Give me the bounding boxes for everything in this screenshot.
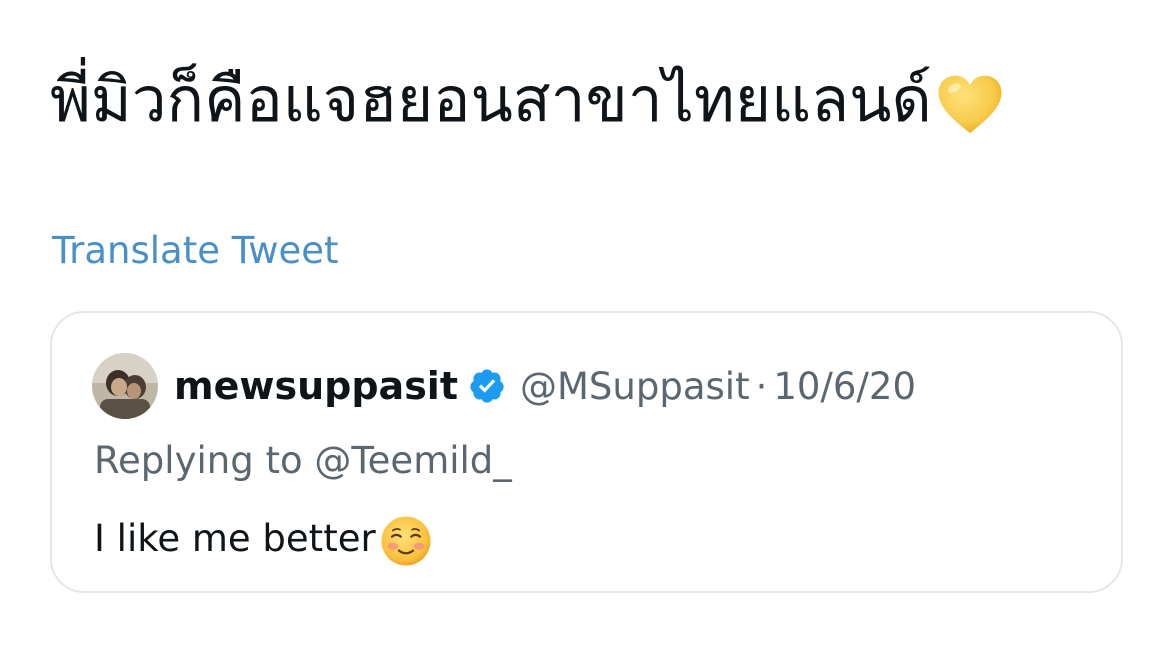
separator-dot: · bbox=[755, 364, 768, 408]
replying-to-mention[interactable]: @Teemild_ bbox=[314, 439, 511, 482]
tweet-date[interactable]: 10/6/20 bbox=[773, 365, 916, 408]
handle[interactable]: @MSuppasit bbox=[520, 365, 750, 408]
quoted-tweet-header: mewsuppasit @MSuppasit · 10/6/20 bbox=[92, 351, 916, 421]
quoted-tweet-text: I like me better bbox=[94, 504, 434, 574]
yellow-heart-icon bbox=[938, 75, 1002, 133]
quoted-tweet-body: I like me better bbox=[94, 517, 376, 560]
tweet-text-body: พี่มิวก็คือแจฮยอนสาขาไทยแลนด์ bbox=[50, 63, 932, 136]
quoted-tweet-card[interactable]: mewsuppasit @MSuppasit · 10/6/20 Replyin… bbox=[50, 311, 1123, 593]
avatar[interactable] bbox=[92, 353, 158, 419]
smiling-face-icon bbox=[381, 516, 431, 566]
tweet-text: พี่มิวก็คือแจฮยอนสาขาไทยแลนด์ bbox=[50, 60, 1006, 140]
verified-badge-icon bbox=[470, 369, 504, 403]
display-name[interactable]: mewsuppasit bbox=[174, 364, 458, 408]
replying-to-line: Replying to @Teemild_ bbox=[94, 431, 512, 491]
replying-prefix: Replying to bbox=[94, 439, 315, 482]
profile-photo-icon bbox=[92, 353, 158, 419]
translate-tweet-link[interactable]: Translate Tweet bbox=[52, 226, 339, 276]
